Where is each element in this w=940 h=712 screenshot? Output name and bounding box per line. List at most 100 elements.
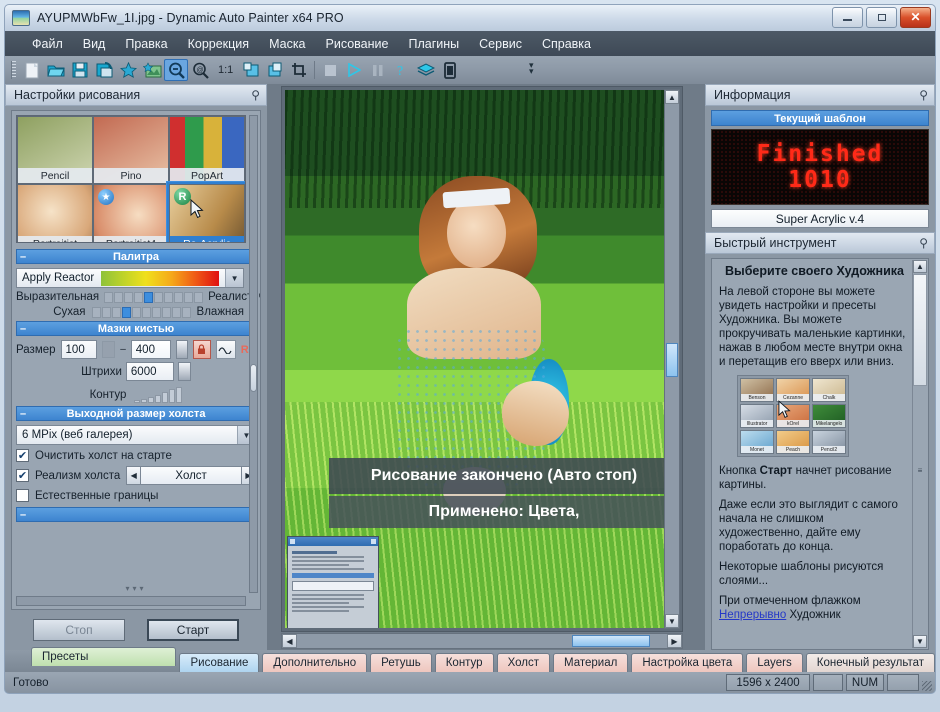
settings-vertical-scrollbar[interactable] [249, 115, 258, 593]
scroll-right-icon[interactable]: ▶ [667, 634, 682, 648]
dry-wet-slider[interactable] [91, 306, 191, 318]
screen-guide-window[interactable] [287, 536, 379, 628]
checkbox-clear-canvas-on-start[interactable]: ✔ Очистить холст на старте [16, 449, 256, 462]
resize-grip-dots[interactable]: ▾▾▾ [12, 585, 260, 593]
collapse-icon[interactable]: – [20, 407, 26, 422]
settings-horizontal-scrollbar[interactable] [16, 596, 246, 606]
artist-thumb-peach[interactable]: Peach [776, 430, 810, 454]
menu-item-view[interactable]: Вид [74, 34, 115, 54]
collapse-icon[interactable]: – [20, 250, 26, 265]
preset-cell-re-acrylic[interactable]: R Re-Acrylic [167, 182, 245, 242]
tab-layers[interactable]: Layers [746, 653, 803, 672]
checkbox-icon[interactable]: ✔ [16, 469, 29, 482]
brush-size-max-input[interactable]: 400 [130, 340, 172, 359]
preset-cell-pencil[interactable]: Pencil [17, 116, 93, 184]
checkbox-icon[interactable]: ✔ [16, 449, 29, 462]
crop-icon[interactable] [287, 59, 311, 81]
artist-thumb-illustrator[interactable]: Illustrator [740, 404, 774, 428]
artist-thumb-korel[interactable]: kOrel [776, 404, 810, 428]
tab-contour[interactable]: Контур [434, 653, 494, 672]
fit-width-icon[interactable] [263, 59, 287, 81]
pin-icon[interactable]: ⚲ [919, 88, 928, 102]
canvas-horizontal-scrollbar[interactable]: ◀ ▶ [281, 633, 683, 649]
image-effects-icon[interactable] [140, 59, 164, 81]
menu-item-help[interactable]: Справка [533, 34, 600, 54]
painting-image[interactable]: Рисование закончено (Авто стоп) Применен… [285, 90, 679, 628]
artist-thumbnail-grid[interactable]: Benson Cezanne Chalk Illustrator kOrel M… [737, 375, 849, 457]
zoom-actual-size-label[interactable]: 1:1 [212, 64, 239, 76]
quick-tool-help-content[interactable]: Выберите своего Художника На левой сторо… [711, 258, 929, 650]
artist-thumb-chalk[interactable]: Chalk [812, 378, 846, 402]
menu-item-mask[interactable]: Маска [260, 34, 314, 54]
new-document-icon[interactable] [20, 59, 44, 81]
contour-curve-selector[interactable] [134, 387, 183, 403]
toolbar-grip[interactable] [11, 61, 16, 79]
scroll-left-icon[interactable]: ◀ [282, 634, 297, 648]
artist-thumb-mikelangelo[interactable]: Mikelangelo [812, 404, 846, 428]
canvas-realism-spinner[interactable]: ◀ Холст ▶ [126, 466, 256, 485]
scroll-up-icon[interactable]: ▲ [913, 260, 927, 273]
brush-size-min-input[interactable]: 100 [60, 340, 98, 359]
scroll-down-icon[interactable]: ▼ [665, 614, 679, 628]
save-disk-icon[interactable] [68, 59, 92, 81]
menu-item-plugins[interactable]: Плагины [399, 34, 468, 54]
play-icon[interactable] [342, 59, 366, 81]
preset-cell-pino[interactable]: Pino [93, 116, 169, 184]
artist-thumb-pencil2[interactable]: Pencil2 [812, 430, 846, 454]
canvas-vertical-scrollbar[interactable]: ▲ ▼ [664, 89, 680, 629]
menu-item-painting[interactable]: Рисование [317, 34, 398, 54]
spinner-prev-icon[interactable]: ◀ [126, 466, 142, 485]
preset-cell-popart[interactable]: PopArt [169, 116, 245, 184]
open-folder-icon[interactable] [44, 59, 68, 81]
artist-thumb-cezanne[interactable]: Cezanne [776, 378, 810, 402]
section-header-next[interactable]: – [16, 507, 256, 522]
toolbar-overflow-icon[interactable]: ▾ ▾ [529, 61, 534, 76]
scroll-up-icon[interactable]: ▲ [665, 90, 679, 104]
maximize-button[interactable] [866, 7, 897, 28]
brush-size-min-stepper[interactable] [102, 341, 116, 358]
stop-button[interactable]: Стоп [33, 619, 125, 641]
minimize-button[interactable] [832, 7, 863, 28]
section-header-palette[interactable]: – Палитра [16, 249, 256, 264]
zoom-in-icon[interactable]: @ [188, 59, 212, 81]
tab-material[interactable]: Материал [553, 653, 629, 672]
start-button[interactable]: Старт [147, 619, 239, 641]
output-size-combo[interactable]: 6 MPix (веб галерея) ▼ [16, 425, 256, 445]
favorites-star-icon[interactable] [116, 59, 140, 81]
scrollbar-thumb[interactable] [666, 342, 678, 377]
pause-icon[interactable] [366, 59, 390, 81]
chevron-down-icon[interactable]: ▼ [225, 269, 244, 287]
tablet-icon[interactable] [438, 59, 462, 81]
preset-grid[interactable]: Pencil Pino PopArt Portraitist [16, 115, 246, 243]
zoom-out-icon[interactable] [164, 59, 188, 81]
menu-item-edit[interactable]: Правка [116, 34, 176, 54]
manual-book-icon[interactable] [414, 59, 438, 81]
scrollbar-thumb[interactable] [572, 635, 650, 647]
fit-window-icon[interactable] [239, 59, 263, 81]
save-as-icon[interactable] [92, 59, 116, 81]
scroll-down-icon[interactable]: ▼ [913, 635, 927, 648]
preset-cell-portraitist[interactable]: Portraitist [17, 184, 93, 242]
scrollbar-thumb[interactable] [913, 274, 927, 386]
help-vertical-scrollbar[interactable]: ▲ ≡ ▼ [912, 260, 927, 648]
menu-item-file[interactable]: Файл [23, 34, 72, 54]
pin-icon[interactable]: ⚲ [919, 236, 928, 250]
section-header-output-canvas-size[interactable]: – Выходной размер холста [16, 406, 256, 421]
strokes-input[interactable]: 6000 [125, 362, 174, 381]
tab-presets[interactable]: Пресеты [31, 647, 177, 666]
checkbox-icon[interactable] [16, 489, 29, 502]
checkbox-natural-borders[interactable]: Естественные границы [16, 489, 256, 502]
artist-thumb-monet[interactable]: Monet [740, 430, 774, 454]
menu-item-service[interactable]: Сервис [470, 34, 531, 54]
collapse-icon[interactable]: – [20, 508, 26, 523]
scrollbar-thumb[interactable] [250, 363, 257, 392]
tab-canvas[interactable]: Холст [496, 653, 550, 672]
pin-icon[interactable]: ⚲ [251, 88, 260, 102]
collapse-icon[interactable]: – [20, 322, 26, 337]
checkbox-canvas-realism[interactable]: ✔ Реализм холста ◀ Холст ▶ [16, 466, 256, 485]
tab-painting[interactable]: Рисование [179, 653, 260, 672]
resize-grip-icon[interactable] [922, 681, 932, 691]
tab-final-result[interactable]: Конечный результат [805, 653, 935, 672]
continuous-link[interactable]: Непрерывно [719, 609, 786, 621]
wave-icon[interactable] [215, 340, 236, 359]
